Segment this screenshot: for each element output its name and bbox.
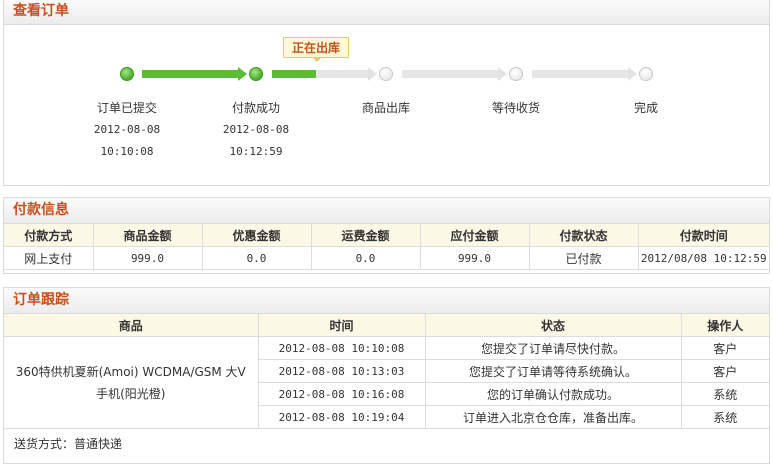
order-progress: 正在出库 订单已提交 2012-08-08 10:10:08 付款成功 2012… (4, 26, 769, 186)
payment-info-panel: 付款信息 付款方式 商品金额 优惠金额 运费金额 应付金额 付款状态 付款时间 … (3, 197, 770, 274)
step-1-time: 10:10:08 (100, 145, 154, 158)
tracking-table: 商品 时间 状态 操作人 360特供机夏新(Amoi) WCDMA/GSM 大V… (4, 314, 769, 429)
col-operator: 操作人 (680, 314, 769, 337)
payment-header-row: 付款方式 商品金额 优惠金额 运费金额 应付金额 付款状态 付款时间 (4, 224, 769, 247)
track-operator: 系统 (680, 405, 769, 429)
col-payable: 应付金额 (419, 224, 530, 247)
col-goods-amount: 商品金额 (92, 224, 203, 247)
track-time: 2012-08-08 10:19:04 (258, 405, 426, 429)
payment-table: 付款方式 商品金额 优惠金额 运费金额 应付金额 付款状态 付款时间 网上支付 … (4, 224, 769, 270)
step-1-dot-icon (120, 67, 134, 81)
progress-bar-4 (532, 70, 628, 78)
progress-arrow-2-icon (368, 67, 377, 81)
track-status: 您提交了订单请等待系统确认。 (424, 359, 682, 383)
current-status-badge: 正在出库 (283, 37, 349, 62)
tracking-header-row: 商品 时间 状态 操作人 (4, 314, 769, 337)
step-1-label: 订单已提交 (96, 101, 157, 115)
col-status: 状态 (424, 314, 682, 337)
col-pay-time: 付款时间 (637, 224, 769, 247)
step-3-label: 商品出库 (361, 101, 410, 115)
discount-amount: 0.0 (201, 246, 312, 270)
payable-amount: 999.0 (419, 246, 530, 270)
shipping-method: 送货方式：普通快递 (14, 437, 123, 451)
track-time: 2012-08-08 10:13:03 (258, 359, 426, 383)
col-pay-method: 付款方式 (4, 224, 94, 247)
payment-info-title: 付款信息 (4, 198, 769, 224)
track-status: 您提交了订单请尽快付款。 (424, 336, 682, 360)
progress-bar-1 (142, 70, 238, 78)
track-time: 2012-08-08 10:16:08 (258, 382, 426, 406)
step-4-label: 等待收货 (491, 101, 540, 115)
track-time: 2012-08-08 10:10:08 (257, 336, 426, 360)
table-row: 360特供机夏新(Amoi) WCDMA/GSM 大V手机(阳光橙) 2012-… (4, 336, 769, 429)
step-2-dot-icon (249, 67, 263, 81)
col-shipping-fee: 运费金额 (310, 224, 421, 247)
progress-bar-3 (402, 70, 498, 78)
progress-arrow-4-icon (628, 67, 637, 81)
step-3-dot-icon (379, 67, 393, 81)
order-tracking-panel: 订单跟踪 商品 时间 状态 操作人 360特供机夏新(Amoi) WCDMA/G… (3, 287, 770, 464)
pay-status: 已付款 (528, 246, 639, 270)
step-5-dot-icon (639, 67, 653, 81)
step-4-dot-icon (509, 67, 523, 81)
step-5-label: 完成 (633, 101, 658, 115)
pay-time: 2012/08/08 10:12:59 (637, 246, 769, 270)
track-status: 您的订单确认付款成功。 (424, 382, 682, 406)
col-product: 商品 (4, 314, 259, 337)
col-discount: 优惠金额 (201, 224, 312, 247)
track-operator: 客户 (680, 336, 769, 360)
view-order-panel: 查看订单 正在出库 订单已提交 2012-08-08 10:10:08 付款成功… (3, 0, 770, 186)
pay-method: 网上支付 (4, 246, 94, 270)
view-order-title: 查看订单 (4, 0, 769, 25)
order-tracking-title: 订单跟踪 (4, 288, 769, 314)
track-operator: 系统 (680, 382, 769, 406)
progress-arrow-1-icon (238, 67, 247, 81)
track-status: 订单进入北京仓仓库，准备出库。 (424, 405, 682, 429)
step-2-label: 付款成功 (231, 101, 280, 115)
shipping-fee: 0.0 (310, 246, 421, 270)
step-2-time: 10:12:59 (229, 145, 283, 158)
track-operator: 客户 (680, 359, 769, 383)
step-1-date: 2012-08-08 (93, 123, 161, 136)
col-time: 时间 (257, 314, 426, 337)
step-2-date: 2012-08-08 (222, 123, 290, 136)
progress-arrow-3-icon (498, 67, 507, 81)
payment-row: 网上支付 999.0 0.0 0.0 999.0 已付款 2012/08/08 … (4, 246, 769, 270)
product-name[interactable]: 360特供机夏新(Amoi) WCDMA/GSM 大V手机(阳光橙) (4, 336, 259, 429)
goods-amount: 999.0 (92, 246, 203, 270)
col-pay-status: 付款状态 (528, 224, 639, 247)
progress-bar-2 (272, 70, 368, 78)
